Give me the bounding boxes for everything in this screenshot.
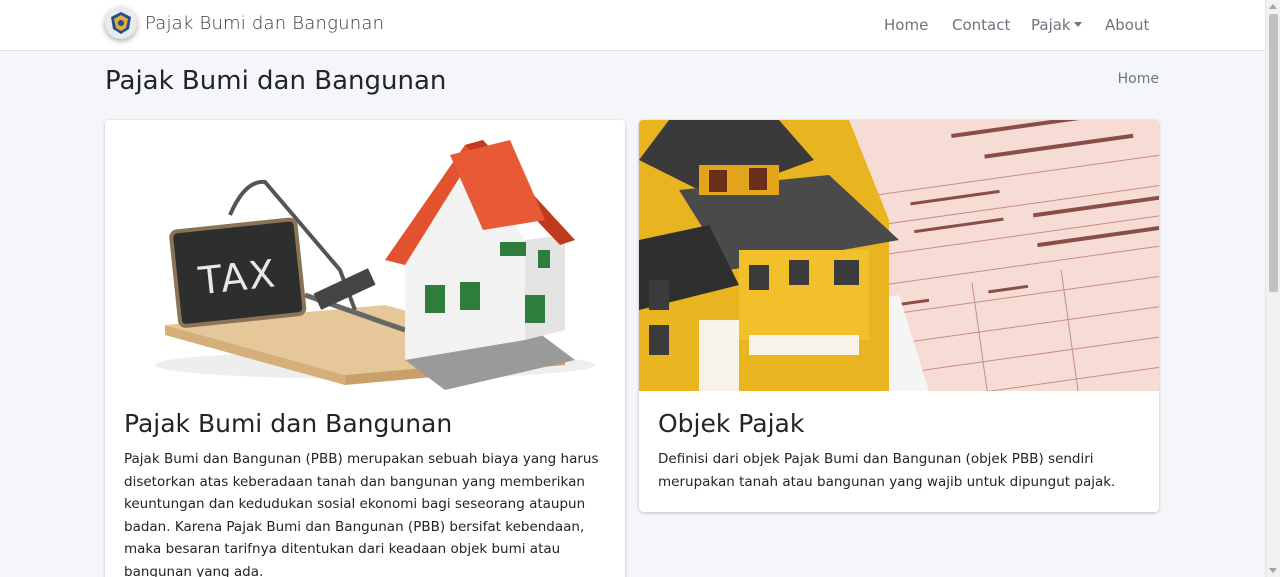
tax-documents-house-image (639, 120, 1159, 391)
scroll-up-arrow-icon[interactable] (1269, 4, 1277, 9)
breadcrumb-home[interactable]: Home (1118, 71, 1159, 87)
card-pbb-title: Pajak Bumi dan Bangunan (124, 409, 453, 438)
card-objek-pajak-title: Objek Pajak (658, 409, 805, 438)
nav-contact-link[interactable]: Contact (952, 16, 1010, 34)
scroll-down-arrow-icon[interactable] (1269, 568, 1277, 573)
nav-about-link[interactable]: About (1105, 16, 1149, 34)
card-pbb: TAX Pajak Bumi dan Bangunan Pajak Bumi d… (105, 120, 625, 577)
tax-chalk-text: TAX (196, 251, 279, 303)
page-title: Pajak Bumi dan Bangunan (105, 66, 447, 96)
nav-pajak-dropdown[interactable]: Pajak (1031, 16, 1082, 34)
top-navbar: Pajak Bumi dan Bangunan Home Contact Paj… (0, 0, 1265, 51)
card-pbb-text: Pajak Bumi dan Bangunan (PBB) merupakan … (124, 451, 599, 577)
brand-name: Pajak Bumi dan Bangunan (145, 12, 385, 34)
card-objek-pajak-text: Definisi dari objek Pajak Bumi dan Bangu… (658, 451, 1116, 490)
caret-down-icon (1073, 22, 1082, 27)
card-objek-pajak: Objek Pajak Definisi dari objek Pajak Bu… (639, 120, 1159, 512)
nav-home-link[interactable]: Home (884, 16, 928, 34)
tax-house-trap-image: TAX (105, 120, 625, 391)
brand-link[interactable]: Pajak Bumi dan Bangunan (105, 7, 384, 39)
nav-pajak-label: Pajak (1031, 16, 1071, 34)
scrollbar-thumb[interactable] (1269, 14, 1278, 292)
kemenkeu-logo-icon (105, 7, 137, 39)
page-scrollbar[interactable] (1265, 0, 1280, 577)
